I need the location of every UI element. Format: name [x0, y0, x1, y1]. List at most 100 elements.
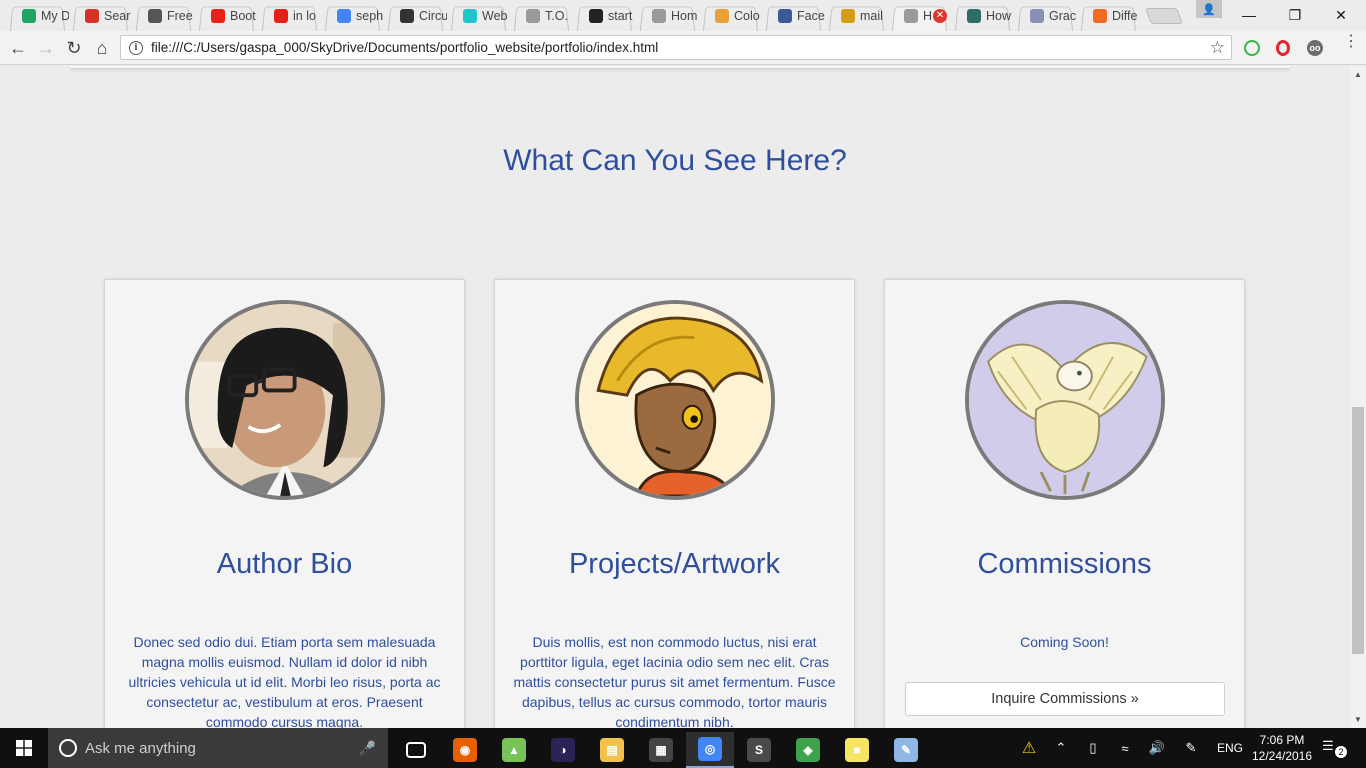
windows-taskbar: Ask me anything 🎤 ◉ ▲ ◑ ▤ ▦ ◎ S ◈ ■ ✎ ⚠ ⌃ ▯ ≈ 🔊 ✎… — [0, 728, 1366, 768]
bookmark-star-icon[interactable]: ☆ — [1210, 38, 1225, 58]
new-tab-button[interactable] — [1145, 8, 1183, 24]
browser-tab[interactable]: Face — [762, 0, 825, 31]
browser-tab[interactable]: Grac — [1014, 0, 1077, 31]
drive-icon — [22, 8, 36, 23]
taskbar-app[interactable]: ◉ — [441, 732, 489, 768]
clock-time: 7:06 PM — [1259, 733, 1305, 747]
pen-icon[interactable]: ✎ — [1180, 728, 1202, 768]
forward-icon[interactable]: → — [34, 36, 58, 60]
browser-tab[interactable]: seph — [321, 0, 384, 31]
browser-tab[interactable]: Circu — [384, 0, 447, 31]
scroll-down-icon[interactable]: ▼ — [1350, 711, 1366, 728]
scroll-thumb[interactable] — [1352, 407, 1364, 654]
microphone-icon[interactable]: 🎤 — [359, 740, 376, 757]
taskbar-app[interactable]: ▲ — [490, 732, 538, 768]
f-logo-icon — [1093, 8, 1107, 23]
tab-title: Diffe — [1112, 8, 1138, 23]
language-indicator[interactable]: ENG — [1212, 728, 1248, 768]
volume-icon[interactable]: 🔊 — [1146, 728, 1168, 768]
search-placeholder[interactable]: Ask me anything — [85, 740, 359, 757]
taskbar-app[interactable]: S — [735, 732, 783, 768]
chrome-menu-icon[interactable]: ⋮ — [1343, 34, 1359, 50]
info-icon[interactable]: i — [129, 40, 143, 55]
taskbar-app[interactable]: ■ — [833, 732, 881, 768]
tab-title: Colo — [734, 8, 760, 23]
card-text: Coming Soon! — [1020, 634, 1109, 650]
taskbar-app[interactable]: ▤ — [588, 732, 636, 768]
browser-tab[interactable]: How — [951, 0, 1014, 31]
r-logo-icon — [841, 8, 855, 23]
card-title: Author Bio — [216, 548, 353, 580]
browser-tab[interactable]: T.O. — [510, 0, 573, 31]
youtube-icon — [274, 8, 288, 23]
reload-icon[interactable]: ↻ — [62, 36, 86, 60]
card-text: Duis mollis, est non commodo luctus, nis… — [513, 634, 836, 728]
extension-q-icon[interactable] — [1244, 40, 1260, 56]
taskbar-app[interactable]: ◑ — [539, 732, 587, 768]
browser-tab[interactable]: Boot — [195, 0, 258, 31]
task-view-icon — [406, 742, 426, 758]
android-studio-icon: ▲ — [502, 738, 526, 762]
sticky-notes-icon: ■ — [845, 738, 869, 762]
home-icon[interactable]: ⌂ — [90, 36, 114, 60]
eclipse-icon: ◑ — [551, 738, 575, 762]
cortana-search-box[interactable]: Ask me anything 🎤 — [48, 728, 388, 768]
browser-tab[interactable]: Hom — [636, 0, 699, 31]
colors-icon — [715, 8, 729, 23]
inquire-commissions-button[interactable]: Inquire Commissions » — [905, 682, 1225, 716]
page-icon — [652, 8, 666, 23]
browser-tab[interactable]: My D — [6, 0, 69, 31]
minimize-icon[interactable]: — — [1226, 0, 1272, 30]
page-scrollbar[interactable]: ▲ ▼ — [1350, 66, 1366, 728]
clock-date: 12/24/2016 — [1251, 749, 1313, 763]
browser-tab[interactable]: Web — [447, 0, 510, 31]
maps-icon: ◈ — [796, 738, 820, 762]
tab-title: Grac — [1049, 8, 1077, 23]
page-icon — [904, 8, 918, 23]
windows-logo-icon — [16, 740, 32, 756]
author-photo — [185, 300, 385, 500]
close-window-icon[interactable]: ✕ — [1318, 0, 1364, 30]
page-icon — [526, 8, 540, 23]
browser-tab[interactable]: mail — [825, 0, 888, 31]
browser-tab[interactable]: Sear — [69, 0, 132, 31]
taskbar-app[interactable]: ◎ — [686, 732, 734, 768]
commission-image — [965, 300, 1165, 500]
browser-tab[interactable]: in lo — [258, 0, 321, 31]
artwork-image — [575, 300, 775, 500]
browser-tab[interactable]: H ✕ — [888, 0, 951, 31]
canva-icon — [463, 8, 477, 23]
scroll-up-icon[interactable]: ▲ — [1350, 66, 1366, 83]
back-icon[interactable]: ← — [6, 36, 30, 60]
card-projects-artwork: Projects/Artwork Duis mollis, est non co… — [494, 279, 855, 728]
tab-close-icon[interactable]: ✕ — [933, 8, 947, 23]
profile-icon[interactable]: 👤 — [1196, 0, 1222, 18]
taskbar-app[interactable]: ▦ — [637, 732, 685, 768]
section-title: What Can You See Here? — [503, 144, 847, 177]
browser-tab[interactable]: start — [573, 0, 636, 31]
browser-tab[interactable]: Diffe — [1077, 0, 1140, 31]
action-center-icon[interactable]: ☰ 2 — [1322, 738, 1347, 758]
clock[interactable]: 7:06 PM 12/24/2016 — [1248, 732, 1316, 764]
extension-owl-icon[interactable]: oo — [1307, 40, 1323, 56]
tab-title: Circu — [419, 8, 447, 23]
url-text[interactable]: file:///C:/Users/gaspa_000/SkyDrive/Docu… — [151, 40, 1210, 55]
tab-title: Free — [167, 8, 193, 23]
browser-tab[interactable]: Free — [132, 0, 195, 31]
opera-icon[interactable] — [1276, 40, 1290, 56]
cortana-icon — [59, 739, 77, 757]
taskbar-app[interactable] — [392, 732, 440, 768]
taskbar-app[interactable]: ✎ — [882, 732, 930, 768]
wifi-icon[interactable]: ≈ — [1114, 728, 1136, 768]
gmail-icon — [85, 8, 99, 23]
browser-tab[interactable]: Colo — [699, 0, 762, 31]
battery-icon[interactable]: ▯ — [1082, 728, 1104, 768]
show-hidden-icons-icon[interactable]: ⌃ — [1050, 728, 1072, 768]
start-button[interactable] — [0, 728, 48, 768]
address-bar[interactable]: i file:///C:/Users/gaspa_000/SkyDrive/Do… — [120, 35, 1232, 60]
taskbar-app[interactable]: ◈ — [784, 732, 832, 768]
restore-icon[interactable]: ❐ — [1272, 0, 1318, 30]
tab-title: My D — [41, 8, 69, 23]
card-title: Projects/Artwork — [568, 548, 781, 580]
warning-tray-icon[interactable]: ⚠ — [1014, 728, 1044, 768]
